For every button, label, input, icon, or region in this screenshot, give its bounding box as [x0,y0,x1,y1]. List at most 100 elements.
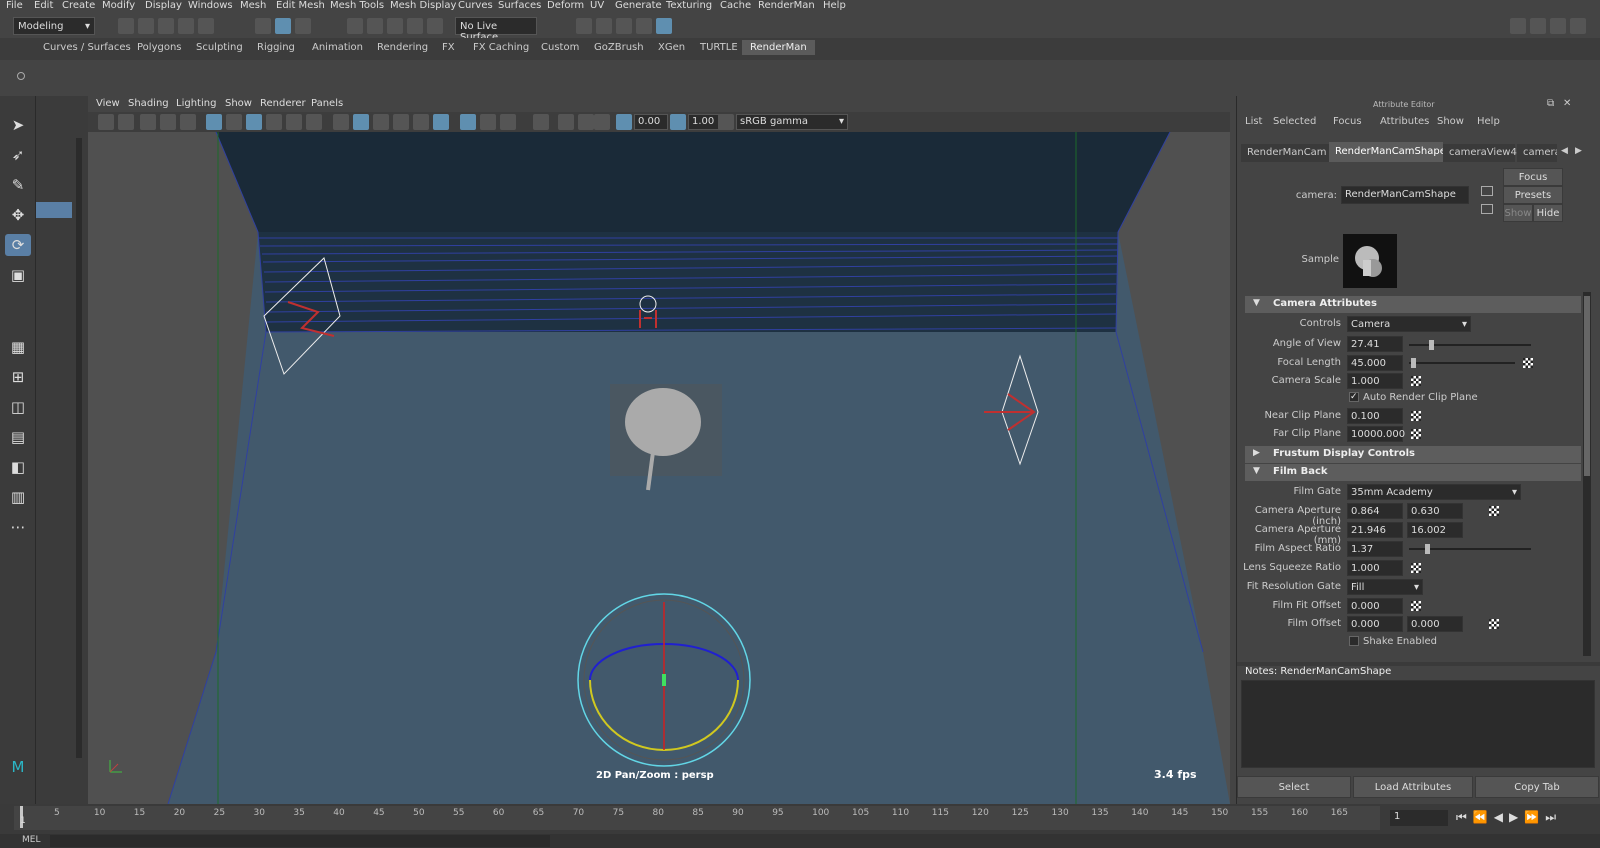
snap-live-icon[interactable] [427,18,443,34]
snap-grid-icon[interactable] [347,18,363,34]
tool-settings-icon[interactable] [1550,18,1566,34]
vp-menu-show[interactable]: Show [225,98,252,109]
aspect-ratio-field[interactable]: 1.37 [1347,541,1403,557]
slider-knob[interactable] [1425,544,1430,554]
ae-menu-help[interactable]: Help [1477,116,1500,127]
xray-components-icon[interactable] [594,114,610,130]
shelf-tab-rigging[interactable]: Rigging [257,42,295,53]
persp-outliner-icon[interactable]: ◧ [5,456,31,478]
film-offset-x-field[interactable]: 0.000 [1347,616,1403,632]
film-gate-icon[interactable] [226,114,242,130]
layout-menu-icon[interactable]: ⋯ [5,516,31,538]
wireframe-on-shaded-icon[interactable] [393,114,409,130]
camera-select-icon[interactable] [98,114,114,130]
select-tool-icon[interactable]: ➤ [5,114,31,136]
open-scene-icon[interactable] [138,18,154,34]
attribute-editor-icon[interactable] [1530,18,1546,34]
ae-tab-cameraview4[interactable]: cameraView4 [1443,144,1517,162]
shake-checkbox[interactable] [1349,636,1359,646]
section-frustum[interactable]: ▶ Frustum Display Controls [1245,446,1581,463]
snap-curve-icon[interactable] [367,18,383,34]
vp-menu-panels[interactable]: Panels [311,98,343,109]
ae-scrollbar[interactable] [1583,292,1591,656]
shelf-tab-xgen[interactable]: XGen [658,42,685,53]
map-texture-icon[interactable] [1411,376,1421,386]
single-pane-icon[interactable]: ▦ [5,336,31,358]
show-button[interactable]: Show [1503,204,1533,222]
layer-scrollbar[interactable] [76,138,82,758]
aperture-inch-x-field[interactable]: 0.864 [1347,503,1403,519]
current-frame-field[interactable]: 1 [1390,810,1448,826]
menu-renderman[interactable]: RenderMan [758,0,815,11]
map-texture-icon[interactable] [1411,411,1421,421]
hypershade-icon[interactable] [656,18,672,34]
exposure-field[interactable]: 0.00 [634,114,668,130]
live-surface-field[interactable]: No Live Surface [455,17,537,43]
side-by-side-icon[interactable]: ◫ [5,396,31,418]
textured-icon[interactable] [413,114,429,130]
wireframe-icon[interactable] [333,114,349,130]
step-forward-icon[interactable]: ⏩ [1524,810,1545,824]
shelf-tab-custom[interactable]: Custom [541,42,579,53]
vp-menu-shading[interactable]: Shading [128,98,169,109]
load-attributes-button[interactable]: Load Attributes [1353,776,1473,798]
menu-file[interactable]: File [6,0,23,11]
focal-length-slider[interactable] [1409,358,1515,368]
focal-length-field[interactable]: 45.000 [1347,355,1403,371]
shelf-tab-fx[interactable]: FX [442,42,455,53]
exposure-icon[interactable] [616,114,632,130]
presets-button[interactable]: Presets [1503,186,1563,204]
menu-deform[interactable]: Deform [547,0,584,11]
shelf-tab-turtle[interactable]: TURTLE [700,42,738,53]
menu-texturing[interactable]: Texturing [666,0,712,11]
camera-attributes-icon[interactable] [118,114,134,130]
menu-generate[interactable]: Generate [615,0,662,11]
shadows-icon[interactable] [460,114,476,130]
snap-point-icon[interactable] [387,18,403,34]
aperture-mm-x-field[interactable]: 21.946 [1347,522,1403,538]
film-gate-dropdown[interactable]: 35mm Academy ▾ [1347,484,1521,500]
menu-create[interactable]: Create [62,0,95,11]
menu-display[interactable]: Display [145,0,182,11]
lighting-icon[interactable] [433,114,449,130]
map-texture-icon[interactable] [1411,429,1421,439]
close-icon[interactable]: ✕ [1563,98,1571,109]
vp-menu-renderer[interactable]: Renderer [260,98,306,109]
menu-mesh-tools[interactable]: Mesh Tools [330,0,384,11]
select-hierarchy-icon[interactable] [255,18,271,34]
image-plane-icon[interactable] [160,114,176,130]
shelf-tab-renderman[interactable]: RenderMan [742,40,815,55]
modeling-toolkit-icon[interactable] [1510,18,1526,34]
input-node-icon[interactable] [1481,186,1493,196]
redo-icon[interactable] [198,18,214,34]
aperture-mm-y-field[interactable]: 16.002 [1407,522,1463,538]
camera-scale-field[interactable]: 1.000 [1347,373,1403,389]
shelf-tab-gozbrush[interactable]: GoZBrush [594,42,644,53]
fit-gate-dropdown[interactable]: Fill ▾ [1347,579,1423,595]
section-film-back[interactable]: ▼ Film Back [1245,464,1581,481]
color-management-icon[interactable] [718,114,734,130]
ae-menu-attributes[interactable]: Attributes [1380,116,1429,127]
resolution-gate-icon[interactable] [246,114,262,130]
shelf-options-icon[interactable] [17,72,25,80]
shelf-tab-sculpting[interactable]: Sculpting [196,42,243,53]
output-node-icon[interactable] [1481,204,1493,214]
grease-pencil-icon[interactable] [180,114,196,130]
rotate-tool-icon[interactable]: ⟳ [5,234,31,256]
ipr-render-icon[interactable] [616,18,632,34]
play-icon[interactable]: ▶ [1509,810,1524,824]
aperture-inch-y-field[interactable]: 0.630 [1407,503,1463,519]
move-tool-icon[interactable]: ✥ [5,204,31,226]
copy-tab-button[interactable]: Copy Tab [1475,776,1599,798]
shelf-tab-animation[interactable]: Animation [312,42,363,53]
menu-mesh[interactable]: Mesh [240,0,266,11]
angle-of-view-slider[interactable] [1409,340,1531,350]
smooth-shade-icon[interactable] [353,114,369,130]
tab-scroll-right-icon[interactable]: ▶ [1575,146,1582,156]
step-back-icon[interactable]: ◀ [1494,810,1509,824]
hypershade-layout-icon[interactable]: ▥ [5,486,31,508]
render-settings-icon[interactable] [636,18,652,34]
step-back-key-icon[interactable]: ⏪ [1473,810,1494,824]
ae-menu-focus[interactable]: Focus [1333,116,1362,127]
map-texture-icon[interactable] [1489,506,1499,516]
